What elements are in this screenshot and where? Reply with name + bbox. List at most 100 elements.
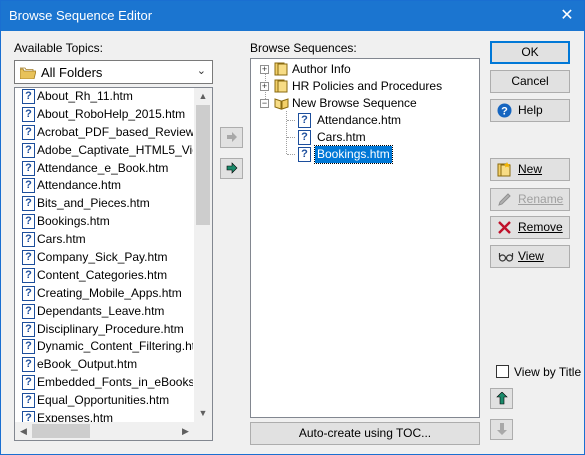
topic-page-icon: ? [22,178,35,194]
topic-list-item[interactable]: ? Equal_Opportunities.htm [15,392,193,410]
topic-list-item[interactable]: ? About_Rh_11.htm [15,88,193,106]
help-label: Help [518,103,543,117]
new-label: New [518,162,543,176]
glasses-icon [498,253,514,262]
help-button[interactable]: ? Help [490,99,570,122]
tree-line [287,154,295,155]
topic-page-icon: ? [22,89,35,104]
scroll-thumb[interactable] [196,105,210,225]
topic-page-icon: ? [298,147,311,162]
expand-icon[interactable]: + [260,82,269,91]
vertical-scrollbar[interactable]: ▲ ▼ [194,88,212,422]
topic-list-item[interactable]: ? Embedded_Fonts_in_eBooks.h [15,374,193,392]
ok-button[interactable]: OK [490,41,570,64]
topic-list-item[interactable]: ? Dependants_Leave.htm [15,303,193,321]
add-topic-active-button[interactable] [220,158,243,179]
topic-page-icon: ? [22,232,35,248]
topic-page-icon: ? [22,321,35,337]
topic-label: Attendance_e_Book.htm [37,160,169,175]
topic-page-icon: ? [298,113,311,128]
arrow-right-icon [226,162,237,174]
topic-page-icon: ? [22,160,35,176]
topic-list-item[interactable]: ? Content_Categories.htm [15,267,193,285]
topic-label: Dynamic_Content_Filtering.htm [37,339,193,354]
book-icon [274,62,288,76]
topic-label: Bits_and_Pieces.htm [37,196,150,211]
browse-sequences-tree[interactable]: + Author Info + HR Policies and Procedur… [250,58,480,418]
available-topics-list[interactable]: ? About_Rh_11.htm? About_RoboHelp_2015.htm… [14,87,213,441]
topic-label: Cars.htm [37,232,86,247]
expand-icon[interactable]: + [260,65,269,74]
rename-button[interactable]: Rename [490,188,570,211]
topic-label: Content_Categories.htm [37,267,168,282]
tree-line [287,120,295,121]
topic-list-item[interactable]: ? Expenses.htm [15,410,193,422]
browse-sequences-label: Browse Sequences: [250,41,357,55]
book-icon [274,79,288,93]
topic-list-item[interactable]: ? Dynamic_Content_Filtering.htm [15,338,193,356]
topic-page-icon: ? [22,285,35,301]
close-icon[interactable]: ✕ [550,1,584,31]
help-icon: ? [497,103,512,118]
topic-list-item[interactable]: ? Cars.htm [15,231,193,249]
topic-list-item[interactable]: ? Attendance_e_Book.htm [15,160,193,178]
topic-label: Embedded_Fonts_in_eBooks.h [37,375,193,390]
topic-label: Disciplinary_Procedure.htm [37,321,184,336]
topic-label: Expenses.htm [37,411,114,422]
topic-page-icon: ? [22,411,35,422]
scroll-left-icon[interactable]: ◀ [15,422,32,440]
topic-list-item[interactable]: ? Creating_Mobile_Apps.htm [15,285,193,303]
cancel-button[interactable]: Cancel [490,70,570,93]
move-up-button[interactable] [490,388,513,409]
topic-label: Acrobat_PDF_based_Review.htm [37,124,193,139]
window-title: Browse Sequence Editor [9,8,153,23]
scroll-up-icon[interactable]: ▲ [194,88,212,105]
topic-page-icon: ? [22,196,35,212]
sequence-label: Author Info [292,62,351,76]
scroll-down-icon[interactable]: ▼ [194,405,212,422]
add-topic-button[interactable] [220,127,243,148]
topic-list-item[interactable]: ? Company_Sick_Pay.htm [15,249,193,267]
folder-dropdown[interactable]: All Folders ⌄ [14,60,213,84]
view-by-title-checkbox[interactable] [496,365,509,378]
rename-label: Rename [518,192,564,206]
svg-text:?: ? [501,106,508,118]
remove-button[interactable]: Remove [490,216,570,239]
topic-list-item[interactable]: ? eBook_Output.htm [15,356,193,374]
topic-rows: ? About_Rh_11.htm? About_RoboHelp_2015.htm… [15,88,193,422]
topic-list-item[interactable]: ? Bookings.htm [15,213,193,231]
topic-list-item[interactable]: ? Attendance.htm [15,177,193,195]
topic-page-icon: ? [22,250,35,266]
view-by-title-label: View by Title [514,365,582,379]
topic-label: About_RoboHelp_2015.htm [37,106,186,121]
pencil-icon [498,193,511,206]
arrow-up-icon [495,391,508,405]
topic-label: Bookings.htm [37,214,110,229]
sequence-topic-label: Attendance.htm [317,113,402,127]
available-topics-label: Available Topics: [14,41,103,55]
scroll-right-icon[interactable]: ▶ [177,422,194,440]
topic-list-item[interactable]: ?Acrobat_PDF_based_Review.htm [15,124,193,142]
topic-list-item[interactable]: ? About_RoboHelp_2015.htm [15,106,193,124]
topic-page-icon: ? [22,106,35,122]
new-book-icon [497,162,511,177]
topic-label: About_Rh_11.htm [37,89,133,103]
auto-create-toc-button[interactable]: Auto-create using TOC... [250,422,480,445]
topic-page-icon: ? [22,339,35,355]
topic-list-item[interactable]: ? Adobe_Captivate_HTML5_Vid [15,142,193,160]
collapse-icon[interactable]: − [260,99,269,108]
arrow-down-icon [496,423,507,435]
topic-label: eBook_Output.htm [37,357,138,372]
topic-list-item[interactable]: ? Disciplinary_Procedure.htm [15,321,193,339]
view-button[interactable]: View [490,245,570,268]
hscroll-thumb[interactable] [32,424,90,438]
topic-page-icon: ? [22,124,35,140]
horizontal-scrollbar[interactable]: ◀ ▶ [15,422,212,440]
topic-page-icon: ? [22,357,35,373]
topic-list-item[interactable]: ? Bits_and_Pieces.htm [15,195,193,213]
new-button[interactable]: New [490,158,570,181]
remove-label: Remove [518,220,563,234]
open-book-icon [274,98,289,110]
move-down-button[interactable] [490,419,513,440]
delete-x-icon [498,221,511,234]
